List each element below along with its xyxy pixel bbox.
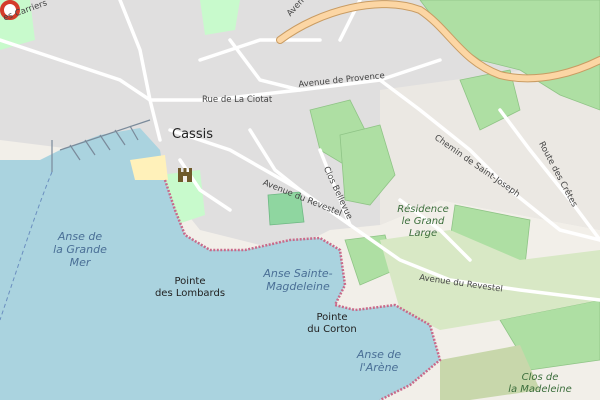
cape-label-corton: Pointe du Corton bbox=[307, 312, 357, 335]
road-label-ciotat: Rue de La Ciotat bbox=[202, 95, 273, 105]
area-label-clos-madeleine: Clos de la Madeleine bbox=[508, 372, 572, 395]
area-label-residence: Résidence le Grand Large bbox=[397, 204, 449, 239]
castle-icon bbox=[178, 168, 192, 182]
water-label-magdeleine: Anse Sainte- Magdeleine bbox=[263, 267, 333, 293]
water-label-grande-mer: Anse de la Grande Mer bbox=[53, 230, 107, 269]
cape-label-lombards: Pointe des Lombards bbox=[154, 276, 226, 299]
water-label-arene: Anse de l'Arène bbox=[356, 348, 402, 374]
map-canvas[interactable]: Cassis Avenue du Maréchal Foch Avenue de… bbox=[0, 0, 600, 400]
town-label: Cassis bbox=[172, 127, 213, 142]
